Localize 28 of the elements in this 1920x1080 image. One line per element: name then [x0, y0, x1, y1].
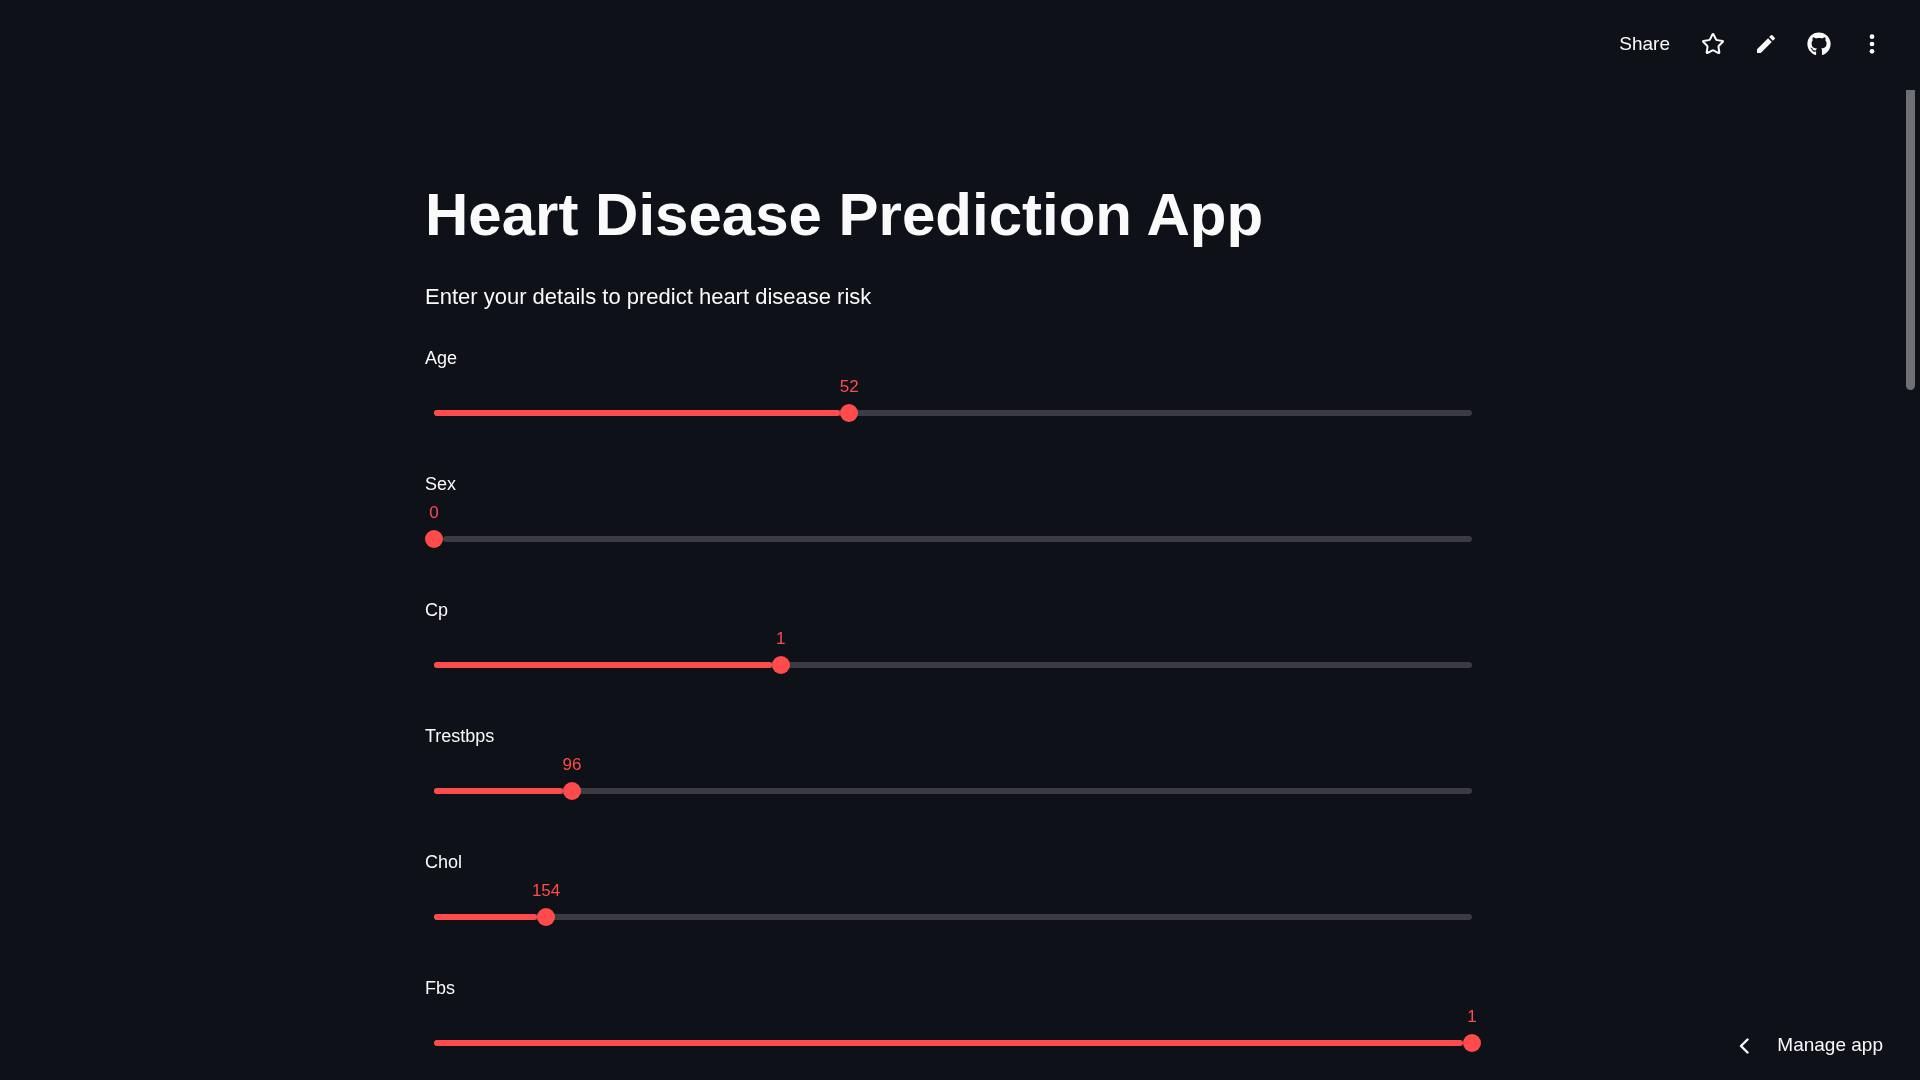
slider-value: 0 — [429, 502, 439, 524]
more-icon — [1869, 34, 1875, 54]
slider-handle[interactable] — [840, 404, 859, 422]
slider-handle[interactable] — [563, 782, 582, 800]
slider-value: 1 — [775, 628, 786, 650]
slider-label: Fbs — [425, 977, 455, 1000]
slider-value: 154 — [531, 880, 561, 902]
slider-handle[interactable] — [537, 908, 556, 926]
slider-label: Trestbps — [425, 725, 495, 748]
share-button[interactable]: Share — [1609, 25, 1680, 63]
pencil-icon — [1754, 32, 1778, 56]
star-icon — [1701, 32, 1725, 56]
manage-app-button[interactable]: Manage app — [1727, 1026, 1895, 1065]
slider-handle[interactable] — [1463, 1034, 1481, 1052]
slider-label: Cp — [425, 599, 448, 622]
page-subtitle: Enter your details to predict heart disease risk — [425, 283, 872, 311]
slider-value: 52 — [839, 376, 859, 398]
scrollbar-thumb[interactable] — [1906, 90, 1915, 390]
slider-label: Sex — [425, 473, 457, 496]
slider-handle[interactable] — [425, 530, 443, 548]
github-icon — [1807, 32, 1831, 56]
chevron-left-icon — [1739, 1037, 1750, 1054]
page-title: Heart Disease Prediction App — [425, 180, 1264, 250]
slider-value: 1 — [1467, 1006, 1477, 1028]
slider-handle[interactable] — [771, 656, 790, 674]
slider-label: Age — [425, 347, 458, 370]
slider-label: Chol — [425, 851, 463, 874]
slider-value: 96 — [562, 754, 582, 776]
